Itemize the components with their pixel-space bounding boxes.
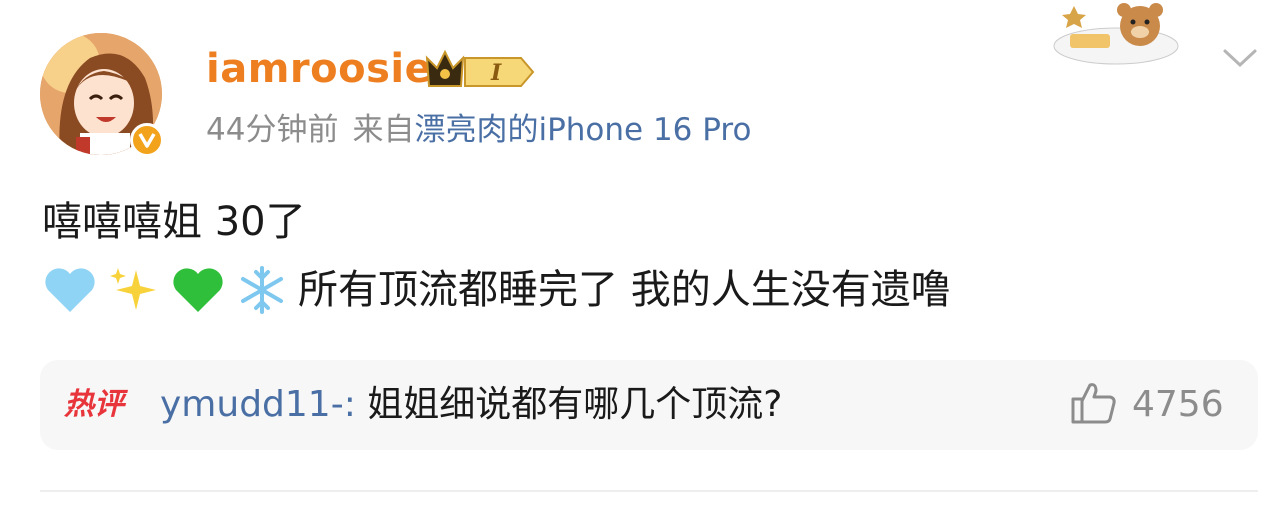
level-badge-text: I (490, 60, 502, 86)
chevron-down-icon[interactable] (1222, 46, 1258, 74)
like-button[interactable]: 4756 (1070, 380, 1224, 430)
divider (40, 490, 1258, 492)
post-source-device[interactable]: 漂亮肉的iPhone 16 Pro (414, 112, 751, 148)
post-text-line-1: 嘻嘻嘻姐 30了 (42, 199, 306, 245)
verified-badge-icon (130, 123, 164, 157)
hot-comment-line: ymudd11-: 姐姐细说都有哪几个顶流? (160, 382, 782, 428)
post-meta: 44分钟前 来自漂亮肉的iPhone 16 Pro (206, 108, 751, 152)
light-blue-heart-icon (42, 262, 98, 318)
post-time: 44分钟前 (206, 112, 339, 148)
post-text-line-2-text: 所有顶流都睡完了 我的人生没有遗噜 (298, 267, 951, 313)
post-text-line-2: 所有顶流都睡完了 我的人生没有遗噜 (42, 262, 951, 318)
thumbs-up-icon (1070, 381, 1118, 429)
member-crown-badge: I (425, 48, 537, 96)
post-source-prefix: 来自 (352, 112, 415, 148)
hot-comment-card[interactable]: 热评 ymudd11-: 姐姐细说都有哪几个顶流? 4756 (40, 360, 1258, 450)
sparkles-icon (106, 262, 162, 318)
hot-comment-text: 姐姐细说都有哪几个顶流? (355, 384, 783, 425)
snowflake-icon (234, 262, 290, 318)
like-count: 4756 (1132, 384, 1224, 425)
green-heart-icon (170, 262, 226, 318)
hot-comment-tag: 热评 (64, 387, 124, 422)
post-username[interactable]: iamroosie (206, 44, 432, 94)
hot-comment-username[interactable]: ymudd11-: (160, 384, 356, 425)
bear-sticker-decoration (1050, 0, 1190, 74)
